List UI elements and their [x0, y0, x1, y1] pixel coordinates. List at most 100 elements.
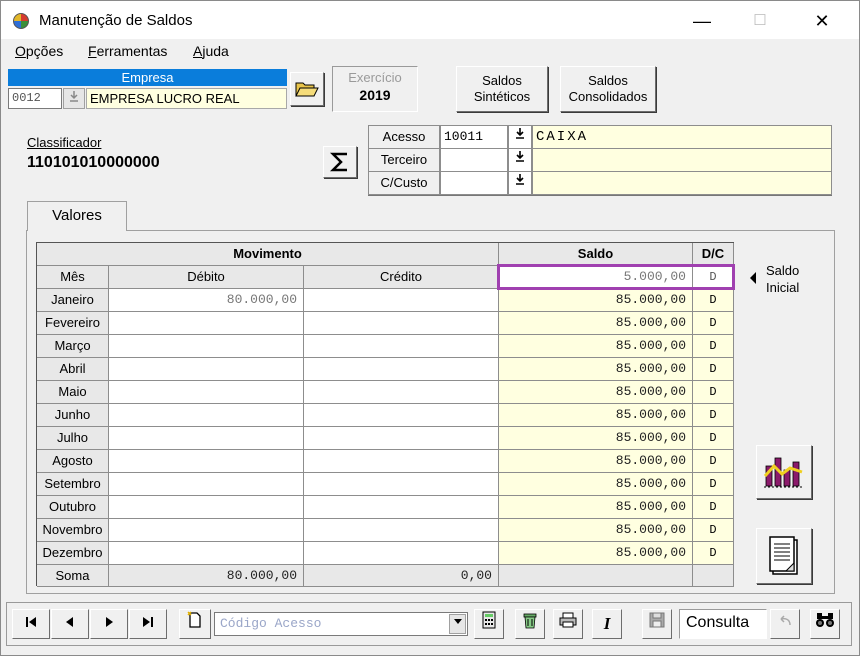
credito-cell[interactable] [304, 335, 499, 358]
download-arrow-icon [516, 174, 524, 185]
menu-ajuda[interactable]: Ajuda [193, 43, 229, 59]
tab-valores[interactable]: Valores [27, 201, 127, 231]
credito-cell[interactable] [304, 312, 499, 335]
acesso-row-code[interactable]: 10011 [440, 125, 508, 149]
saldo-inicial-value[interactable]: 5.000,00 [499, 266, 693, 289]
last-icon [143, 617, 153, 627]
saldo-cell: 85.000,00 [499, 404, 693, 427]
acesso-row-label: C/Custo [368, 171, 440, 195]
acesso-row-label: Terceiro [368, 148, 440, 172]
codigo-acesso-dropdown[interactable] [449, 614, 466, 634]
credito-cell[interactable] [304, 519, 499, 542]
month-label: Maio [37, 381, 109, 404]
menu-ajuda-mnemonic: A [193, 43, 203, 59]
saldo-inicial-dc[interactable]: D [693, 266, 734, 289]
saldo-cell: 85.000,00 [499, 335, 693, 358]
download-arrow-icon [516, 128, 524, 139]
soma-saldo [499, 565, 693, 587]
prev-record-button[interactable] [51, 609, 89, 639]
debito-cell[interactable] [109, 473, 304, 496]
empresa-dropdown-button[interactable] [63, 88, 85, 109]
menu-ferramentas[interactable]: Ferramentas [88, 43, 167, 59]
month-label: Setembro [37, 473, 109, 496]
report-button[interactable] [756, 528, 812, 584]
menu-ferramentas-label: erramentas [96, 43, 168, 59]
acesso-row-desc [532, 171, 832, 195]
calculator-button[interactable] [474, 609, 504, 639]
empresa-code-field[interactable]: 0012 [8, 88, 62, 109]
last-record-button[interactable] [129, 609, 167, 639]
debito-cell[interactable] [109, 404, 304, 427]
saldos-grid: Movimento Saldo D/C Mês Débito Crédito 5.000,0… [36, 242, 734, 587]
delete-button[interactable] [515, 609, 545, 639]
first-icon [26, 617, 36, 627]
credito-cell[interactable] [304, 427, 499, 450]
month-label: Março [37, 335, 109, 358]
credito-cell[interactable] [304, 473, 499, 496]
saldos-consolidados-line1: Saldos [588, 73, 628, 88]
window-title: Manutenção de Saldos [39, 12, 193, 29]
month-label: Janeiro [37, 289, 109, 312]
dc-cell: D [693, 496, 734, 519]
trash-icon [523, 613, 537, 629]
debito-cell[interactable] [109, 450, 304, 473]
undo-icon [780, 615, 791, 626]
month-label: Julho [37, 427, 109, 450]
saldos-sinteticos-line1: Saldos [482, 73, 522, 88]
saldo-inicial-label: Saldo Inicial [766, 262, 799, 296]
credito-cell[interactable] [304, 542, 499, 565]
acesso-row-dropdown[interactable] [508, 171, 532, 195]
credito-cell[interactable] [304, 450, 499, 473]
saldo-cell: 85.000,00 [499, 519, 693, 542]
undo-button[interactable] [770, 609, 800, 639]
saldo-cell: 85.000,00 [499, 289, 693, 312]
search-button[interactable] [810, 609, 840, 639]
credito-cell[interactable] [304, 381, 499, 404]
debito-cell[interactable] [109, 381, 304, 404]
codigo-acesso-combo[interactable]: Código Acesso [214, 612, 468, 636]
debito-cell[interactable] [109, 312, 304, 335]
debito-cell[interactable] [109, 519, 304, 542]
menu-opcoes[interactable]: Opções [15, 43, 63, 59]
month-label: Dezembro [37, 542, 109, 565]
col-mes: Mês [37, 266, 109, 289]
minimize-button[interactable]: — [679, 7, 725, 35]
saldo-cell: 85.000,00 [499, 542, 693, 565]
save-button[interactable] [642, 609, 672, 639]
acesso-row-dropdown[interactable] [508, 148, 532, 172]
new-record-button[interactable] [179, 609, 211, 639]
dc-cell: D [693, 542, 734, 565]
saldos-sinteticos-button[interactable]: Saldos Sintéticos [456, 66, 548, 112]
acesso-row-dropdown[interactable] [508, 125, 532, 149]
debito-cell[interactable]: 80.000,00 [109, 289, 304, 312]
menu-opcoes-label: pções [25, 43, 64, 59]
debito-cell[interactable] [109, 335, 304, 358]
next-record-button[interactable] [90, 609, 128, 639]
credito-cell[interactable] [304, 496, 499, 519]
credito-cell[interactable] [304, 404, 499, 427]
debito-cell[interactable] [109, 542, 304, 565]
credito-cell[interactable] [304, 289, 499, 312]
maximize-button[interactable]: ☐ [737, 7, 783, 35]
menu-ajuda-label: juda [202, 43, 229, 59]
debito-cell[interactable] [109, 358, 304, 381]
soma-label: Soma [37, 565, 109, 587]
chart-button[interactable] [756, 445, 812, 499]
classificador-value: 110101010000000 [27, 154, 160, 171]
saldos-consolidados-button[interactable]: Saldos Consolidados [560, 66, 656, 112]
print-button[interactable] [553, 609, 583, 639]
acesso-row-code[interactable] [440, 148, 508, 172]
pointer-left-icon [748, 271, 758, 285]
italic-button[interactable]: I [592, 609, 622, 639]
first-record-button[interactable] [12, 609, 50, 639]
dc-cell: D [693, 473, 734, 496]
sum-button[interactable] [323, 146, 357, 178]
acesso-row-desc [532, 148, 832, 172]
prev-icon [66, 617, 73, 627]
credito-cell[interactable] [304, 358, 499, 381]
open-folder-button[interactable] [290, 72, 324, 106]
close-button[interactable]: ✕ [799, 7, 845, 35]
acesso-row-code[interactable] [440, 171, 508, 195]
debito-cell[interactable] [109, 427, 304, 450]
debito-cell[interactable] [109, 496, 304, 519]
